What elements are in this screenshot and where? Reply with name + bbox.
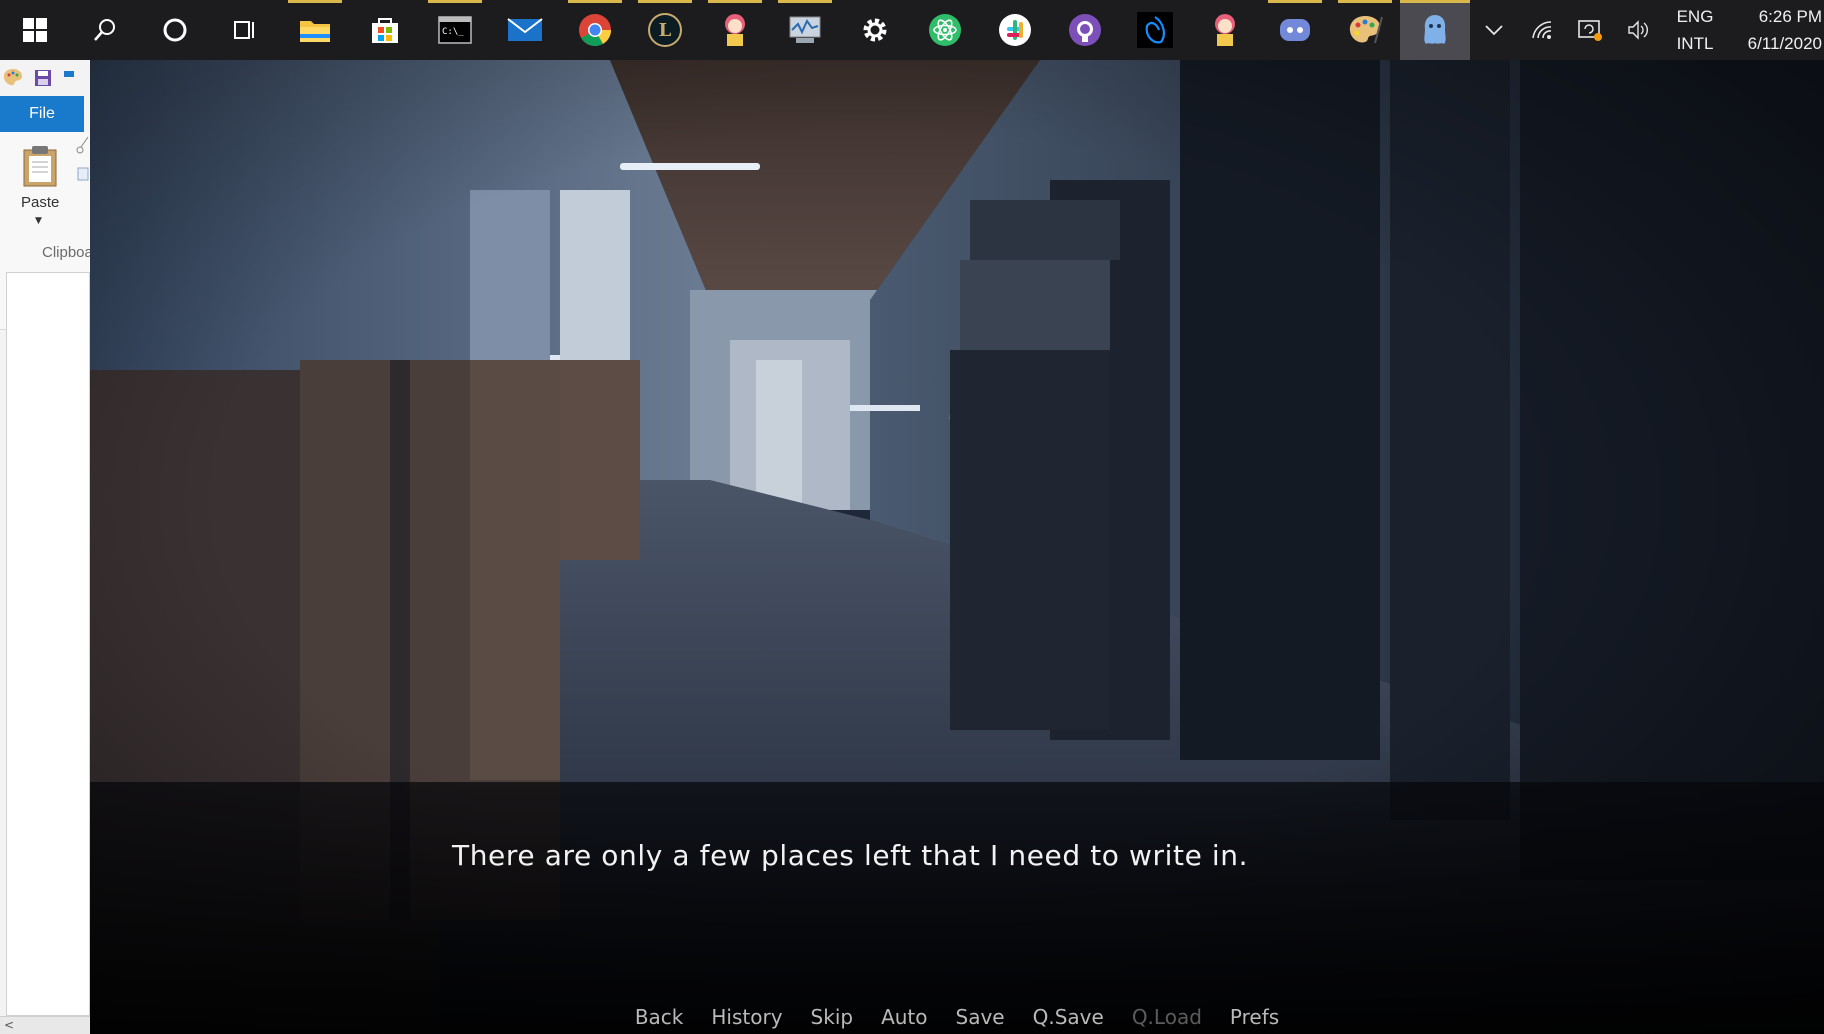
taskbar-battle-net[interactable]: [1120, 0, 1190, 60]
taskbar-settings[interactable]: [840, 0, 910, 60]
gear-icon: [863, 18, 887, 42]
taskbar-discord[interactable]: [1260, 0, 1330, 60]
ghost-icon: [1424, 15, 1446, 44]
system-tray: ENG INTL 6:26 PM 6/11/2020: [1470, 0, 1824, 60]
windows-logo-icon: [23, 18, 47, 42]
volume-button[interactable]: [1614, 0, 1662, 60]
keyboard-layout: INTL: [1676, 34, 1714, 53]
character-icon: [725, 14, 745, 46]
horizontal-scrollbar[interactable]: <: [0, 1016, 90, 1034]
quick-menu-auto[interactable]: Auto: [867, 1005, 941, 1029]
language-indicator[interactable]: ENG INTL: [1662, 3, 1728, 57]
mail-icon: [507, 18, 543, 41]
chrome-icon: [579, 14, 612, 47]
sync-icon: [1578, 20, 1602, 41]
volume-icon: [1628, 20, 1648, 40]
network-button[interactable]: [1518, 0, 1566, 60]
taskbar-file-explorer[interactable]: [280, 0, 350, 60]
quick-menu: Back History Skip Auto Save Q.Save Q.Loa…: [90, 1005, 1824, 1029]
clock-time: 6:26 PM: [1758, 7, 1822, 26]
clipboard-group-label: Clipboard: [42, 244, 90, 261]
atom-icon: [929, 14, 961, 46]
task-view-button[interactable]: [210, 0, 280, 60]
github-icon: [1069, 14, 1101, 46]
undo-icon[interactable]: [62, 69, 76, 87]
monitor-icon: [789, 16, 821, 43]
cortana-button[interactable]: [140, 0, 210, 60]
paint-canvas[interactable]: [6, 272, 90, 1016]
folder-icon: [300, 21, 330, 42]
taskbar-slack[interactable]: [980, 0, 1050, 60]
wifi-icon: [1532, 21, 1552, 39]
clock[interactable]: 6:26 PM 6/11/2020: [1728, 3, 1824, 57]
taskbar: C:\_ L ENG INTL 6:26 PM 6/11/2020: [0, 0, 1824, 60]
paint-app-icon[interactable]: [2, 67, 24, 89]
taskbar-game-window[interactable]: [1400, 0, 1470, 60]
quick-menu-quick-load: Q.Load: [1131, 1005, 1202, 1029]
quick-menu-quick-save[interactable]: Q.Save: [1019, 1005, 1118, 1029]
start-button[interactable]: [0, 0, 70, 60]
language-code: ENG: [1676, 7, 1714, 26]
game-window: There are only a few places left that I …: [90, 60, 1824, 1034]
taskbar-microsoft-store[interactable]: [350, 0, 420, 60]
quick-menu-prefs[interactable]: Prefs: [1216, 1005, 1293, 1029]
paste-button[interactable]: Paste: [21, 194, 59, 211]
quick-access-toolbar: [0, 60, 90, 96]
scroll-left-icon[interactable]: <: [4, 1018, 14, 1032]
search-button[interactable]: [70, 0, 140, 60]
dialogue-text: There are only a few places left that I …: [452, 839, 1249, 872]
slack-icon: [999, 14, 1031, 46]
sync-button[interactable]: [1566, 0, 1614, 60]
copy-icon[interactable]: [76, 166, 90, 184]
quick-menu-save[interactable]: Save: [942, 1005, 1019, 1029]
taskbar-anime-app[interactable]: [700, 0, 770, 60]
tray-overflow-button[interactable]: [1470, 0, 1518, 60]
file-menu-button[interactable]: File: [0, 96, 84, 132]
clock-date: 6/11/2020: [1747, 34, 1822, 53]
taskbar-chrome[interactable]: [560, 0, 630, 60]
taskbar-command-prompt[interactable]: C:\_: [420, 0, 490, 60]
quick-menu-skip[interactable]: Skip: [797, 1005, 868, 1029]
save-icon[interactable]: [34, 69, 52, 87]
palette-icon: [1349, 16, 1383, 44]
battlenet-icon: [1137, 12, 1173, 48]
league-icon: L: [648, 13, 682, 47]
search-icon: [94, 19, 115, 41]
chevron-up-icon: [1485, 25, 1503, 36]
taskbar-atom[interactable]: [910, 0, 980, 60]
taskbar-league-of-legends[interactable]: L: [630, 0, 700, 60]
quick-menu-history[interactable]: History: [697, 1005, 796, 1029]
store-icon: [372, 18, 398, 43]
cortana-circle-icon: [163, 18, 187, 42]
discord-icon: [1280, 19, 1310, 41]
task-view-icon: [234, 21, 254, 39]
terminal-icon: C:\_: [438, 16, 472, 44]
taskbar-resource-monitor[interactable]: [770, 0, 840, 60]
paint-window: File Paste ▼ Clipboard <: [0, 60, 90, 1034]
taskbar-paint[interactable]: [1330, 0, 1400, 60]
paste-dropdown-icon[interactable]: ▼: [35, 216, 42, 226]
svg-text:C:\_: C:\_: [442, 27, 464, 37]
dialogue-box[interactable]: [90, 782, 1824, 1034]
taskbar-github-desktop[interactable]: [1050, 0, 1120, 60]
cut-icon[interactable]: [76, 136, 90, 154]
taskbar-anime-app-2[interactable]: [1190, 0, 1260, 60]
taskbar-mail[interactable]: [490, 0, 560, 60]
quick-menu-back[interactable]: Back: [621, 1005, 698, 1029]
character-icon: [1215, 14, 1235, 46]
paste-icon[interactable]: [22, 144, 58, 188]
